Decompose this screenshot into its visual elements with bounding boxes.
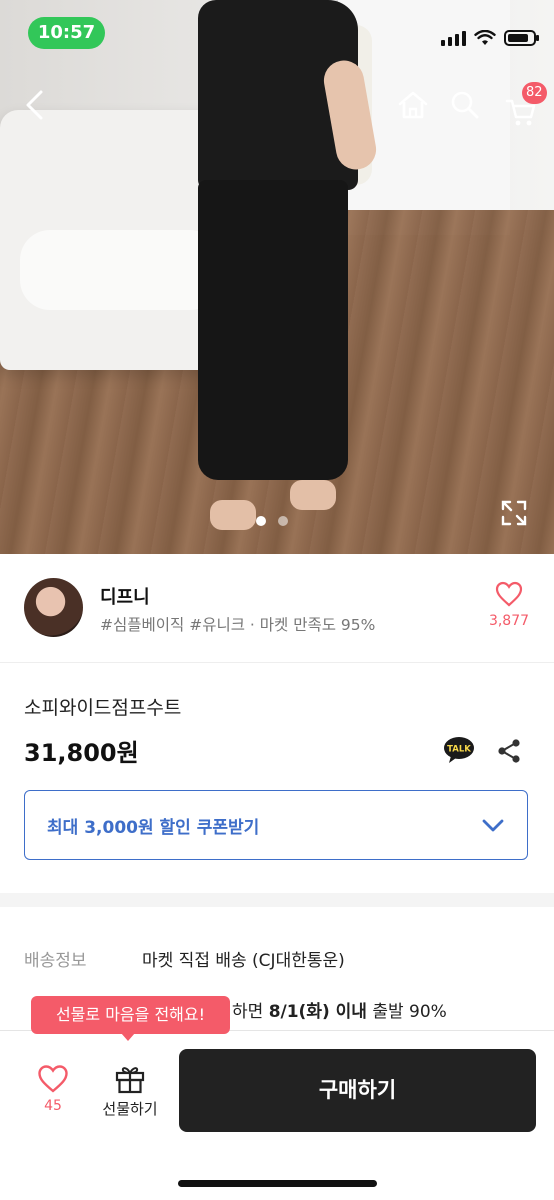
back-button[interactable] [14,80,56,130]
photo-feet [210,480,340,540]
seller-like-count: 3,877 [488,613,530,629]
home-button[interactable] [392,80,434,130]
coupon-label: 최대 3,000원 할인 쿠폰받기 [47,818,260,838]
product-title: 소피와이드점프수트 [24,697,182,719]
wifi-icon [474,30,496,45]
like-button[interactable]: 45 [30,1064,76,1114]
status-bar: 10:57 [0,0,554,64]
heart-icon [38,1065,68,1093]
product-page: 10:57 82 디프니 #심플베이직 #유니크 · 마켓 만족도 95% 3,… [0,0,554,1200]
search-icon [451,91,479,119]
cart-button[interactable]: 82 [496,80,547,130]
seller-name[interactable]: 디프니 [100,583,150,609]
departure-row: 하면 8/1(화) 이내 출발 90% [232,997,447,1022]
gift-icon [115,1067,145,1094]
search-button[interactable] [444,80,486,130]
pagination-dot[interactable] [278,516,288,526]
back-icon [26,90,43,120]
shipping-row: 배송정보 마켓 직접 배송 (CJ대한통운) [24,946,345,971]
coupon-button[interactable]: 최대 3,000원 할인 쿠폰받기 [24,790,528,860]
talk-icon-text: TALK [447,745,471,755]
expand-photo-button[interactable] [495,494,533,532]
pagination-dot-active[interactable] [256,516,266,526]
departure-date: 8/1(화) 이내 [268,1002,367,1022]
like-count: 45 [44,1098,62,1114]
expand-icon [501,500,527,526]
photo-model [190,0,390,540]
seller-tags: #심플베이직 #유니크 · 마켓 만족도 95% [100,616,376,634]
cart-count-badge: 82 [522,82,547,104]
photo-pagination [256,516,288,526]
battery-icon [504,30,539,46]
signal-icon [441,30,466,46]
section-divider [0,893,554,907]
gift-tooltip: 선물로 마음을 전해요! [31,996,230,1041]
buy-button[interactable]: 구매하기 [179,1049,536,1132]
departure-prefix: 하면 [232,1002,269,1022]
gift-label: 선물하기 [102,1100,158,1118]
shipping-label: 배송정보 [24,951,87,971]
home-indicator [178,1180,377,1187]
status-time: 10:57 [28,17,105,49]
departure-suffix: 출발 90% [366,1002,447,1022]
product-price: 31,800원 [24,739,139,767]
status-icons [441,30,539,46]
talk-icon: TALK [444,737,474,763]
heart-icon [495,581,523,607]
share-button[interactable] [494,736,524,766]
shipping-value: 마켓 직접 배송 (CJ대한통운) [142,951,345,971]
photo-jumpsuit-pants [198,180,348,480]
seller-like-button[interactable]: 3,877 [484,581,534,629]
share-icon [498,739,520,763]
seller-avatar[interactable] [24,578,83,637]
seller-row[interactable]: 디프니 #심플베이직 #유니크 · 마켓 만족도 95% 3,877 [0,555,554,663]
home-icon [398,91,428,119]
kakao-talk-button[interactable]: TALK [443,736,475,764]
chevron-down-icon [482,819,504,832]
gift-button[interactable]: 선물하기 [94,1064,166,1119]
